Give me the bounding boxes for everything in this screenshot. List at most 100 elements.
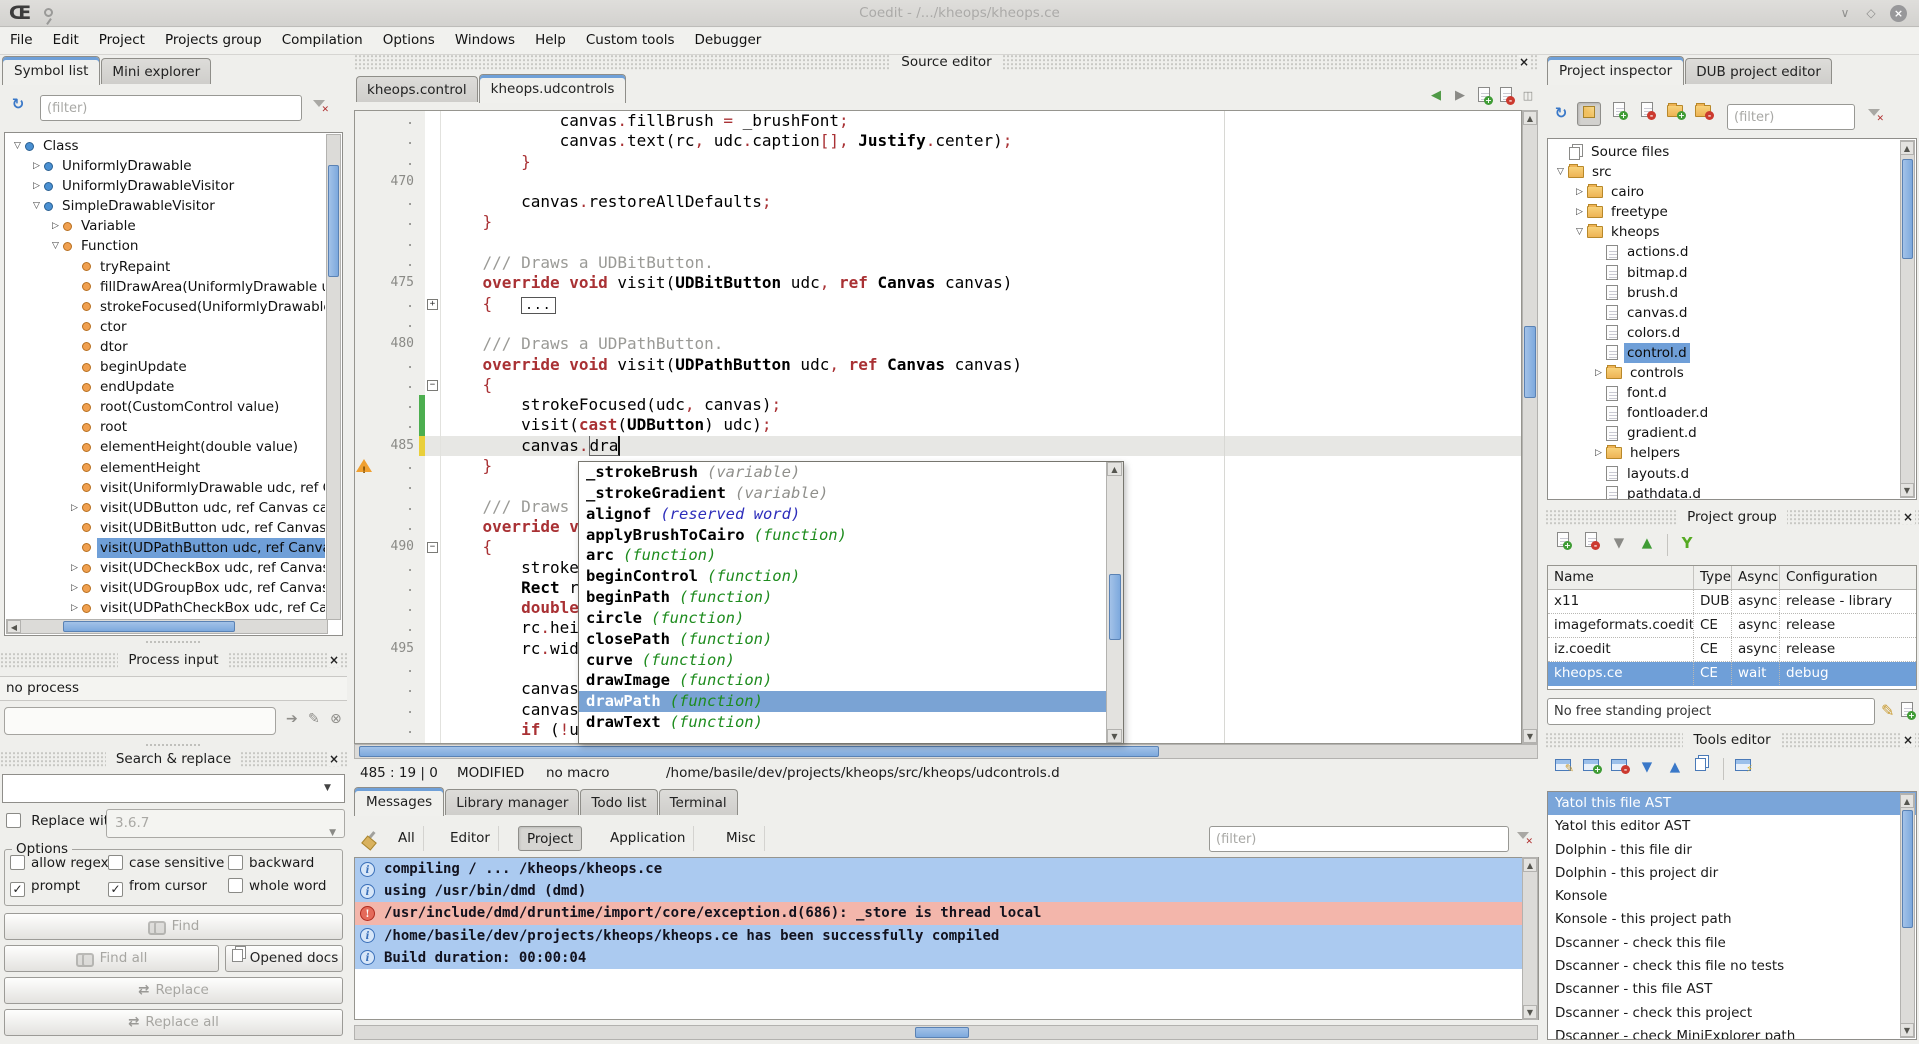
scroll-up-icon[interactable]: ▲ [1900,794,1914,808]
fold-column[interactable] [425,679,441,699]
tree-view-toggle-icon[interactable] [1577,102,1601,126]
replace-input[interactable]: 3.6.7 ▼ [106,809,345,838]
process-input-field[interactable] [4,707,276,735]
menu-item[interactable]: Debugger [684,28,771,55]
symbol-row[interactable]: ▷visit(UDPathCheckBox udc, ref Can [5,598,325,618]
completion-item[interactable]: _strokeBrush(variable) [579,462,1123,483]
collapsed-icon[interactable]: ▷ [68,498,81,518]
code-text[interactable]: } [441,212,1521,232]
fold-collapse-icon[interactable]: − [427,542,438,553]
symbol-row[interactable]: ▷UniformlyDrawable [5,156,325,176]
fold-column[interactable] [425,334,441,354]
symbol-row[interactable]: ▽Class [5,136,325,156]
code-line[interactable]: . canvas.text(rc, udc.caption[], Justify… [355,131,1521,151]
refresh-icon[interactable]: ↻ [1549,102,1573,126]
code-line[interactable]: 475 override void visit(UDBitButton udc,… [355,273,1521,293]
left-tab[interactable]: Mini explorer [101,58,211,84]
message-row[interactable]: i/home/basile/dev/projects/kheops/kheops… [355,925,1538,947]
symbol-tree-hscrollbar[interactable]: ◀ [6,619,328,634]
expanded-icon[interactable]: ▽ [49,236,62,256]
replace-button[interactable]: ⇄Replace [4,977,343,1004]
scroll-left-icon[interactable]: ◀ [7,620,21,633]
collapsed-icon[interactable]: ▷ [1573,202,1586,222]
tools-vscrollbar[interactable]: ▲ ▼ [1900,793,1915,1038]
menu-item[interactable]: File [0,28,43,55]
table-row[interactable]: iz.coeditCEasyncrelease [1548,638,1916,662]
fold-column[interactable] [425,720,441,740]
symbol-row[interactable]: ▷UniformlyDrawableVisitor [5,176,325,196]
splitter-grip[interactable] [145,640,201,645]
fold-column[interactable] [425,314,441,334]
fold-column[interactable] [425,618,441,638]
code-line[interactable]: . strokeFocused(udc, canvas); [355,395,1521,415]
message-row[interactable]: icompiling / ... /kheops/kheops.ce [355,858,1538,880]
close-window-icon[interactable]: × [1890,5,1907,22]
panel-splitter[interactable] [347,55,354,1044]
search-input[interactable] [2,774,345,803]
code-line[interactable]: 470 [355,172,1521,192]
checkbox[interactable] [10,855,25,870]
clear-filter-icon[interactable] [312,99,327,113]
fold-column[interactable] [425,233,441,253]
symbol-filter-input[interactable] [40,95,302,121]
tool-item[interactable]: Dscanner - check MiniExplorer path [1548,1025,1916,1040]
code-text[interactable] [441,172,1521,192]
split-view-icon[interactable]: ◫ [1518,87,1538,105]
symbol-row[interactable]: elementHeight [5,458,325,478]
messages-hscrollbar[interactable] [354,1025,1538,1040]
editor-tab[interactable]: kheops.control [356,76,478,102]
fold-column[interactable] [425,253,441,273]
symbol-row[interactable]: ▷visit(UDButton udc, ref Canvas can [5,498,325,518]
tool-item[interactable]: Dscanner - check this project [1548,1002,1916,1025]
new-document-icon[interactable]: + [1474,87,1494,105]
files-vscrollbar[interactable]: ▲ ▼ [1900,140,1915,498]
symbol-row[interactable]: visit(UDBitButton udc, ref Canvas c [5,518,325,538]
right-tab-active[interactable]: Project inspector [1547,56,1684,85]
filter-misc-button[interactable]: Misc [718,826,765,851]
code-line[interactable]: . [355,233,1521,253]
column-header[interactable]: Name [1548,566,1694,589]
column-header[interactable]: Type [1694,566,1732,589]
code-line[interactable]: 480 /// Draws a UDPathButton. [355,334,1521,354]
move-down-icon[interactable]: ▼ [1607,532,1631,556]
tool-item[interactable]: Konsole - this project path [1548,908,1916,931]
code-text[interactable]: } [441,152,1521,172]
message-row[interactable]: iBuild duration: 00:00:04 [355,947,1538,969]
symbol-row[interactable]: dtor [5,337,325,357]
scroll-down-icon[interactable]: ▼ [1900,483,1914,497]
completion-item[interactable]: beginPath(function) [579,587,1123,608]
nav-back-icon[interactable]: ◀ [1426,87,1446,105]
code-text[interactable]: { [441,375,1521,395]
completion-item[interactable]: applyBrushToCairo(function) [579,525,1123,546]
fold-column[interactable] [425,456,441,476]
tool-item[interactable]: Yatol this editor AST [1548,815,1916,838]
completion-item[interactable]: alignof(reserved word) [579,504,1123,525]
fold-column[interactable] [425,476,441,496]
messages-vscrollbar[interactable]: ▲ ▼ [1522,857,1538,1020]
fold-column[interactable] [425,131,441,151]
collapsed-icon[interactable]: ▷ [30,156,43,176]
replace-combo-arrow-icon[interactable]: ▼ [329,820,336,847]
file-row[interactable]: ▽kheops [1548,222,1900,242]
collapsed-icon[interactable]: ▷ [68,578,81,598]
project-filter-input[interactable] [1727,104,1855,130]
messages-funnel-icon[interactable] [1516,831,1531,845]
menu-item[interactable]: Edit [43,28,89,55]
code-text[interactable]: override void visit(UDBitButton udc, ref… [441,273,1521,293]
menu-item[interactable]: Project [89,28,155,55]
fold-column[interactable] [425,192,441,212]
search-combo-arrow-icon[interactable]: ▼ [324,783,331,793]
fold-column[interactable] [425,415,441,435]
menu-item[interactable]: Custom tools [576,28,685,55]
scroll-up-icon[interactable]: ▲ [1523,111,1537,125]
fold-column[interactable] [425,111,441,131]
maximize-icon[interactable]: ◇ [1861,4,1881,23]
symbol-row[interactable]: ▷visit(UDCheckBox udc, ref Canvas [5,558,325,578]
code-text[interactable]: /// Draws a UDPathButton. [441,334,1521,354]
expanded-icon[interactable]: ▽ [11,136,24,156]
scroll-down-icon[interactable]: ▼ [1523,729,1537,743]
fold-column[interactable] [425,212,441,232]
file-row[interactable]: bitmap.d [1548,263,1900,283]
scroll-down-icon[interactable]: ▼ [1900,1023,1914,1037]
code-text[interactable]: canvas.fillBrush = _brushFont; [441,111,1521,131]
